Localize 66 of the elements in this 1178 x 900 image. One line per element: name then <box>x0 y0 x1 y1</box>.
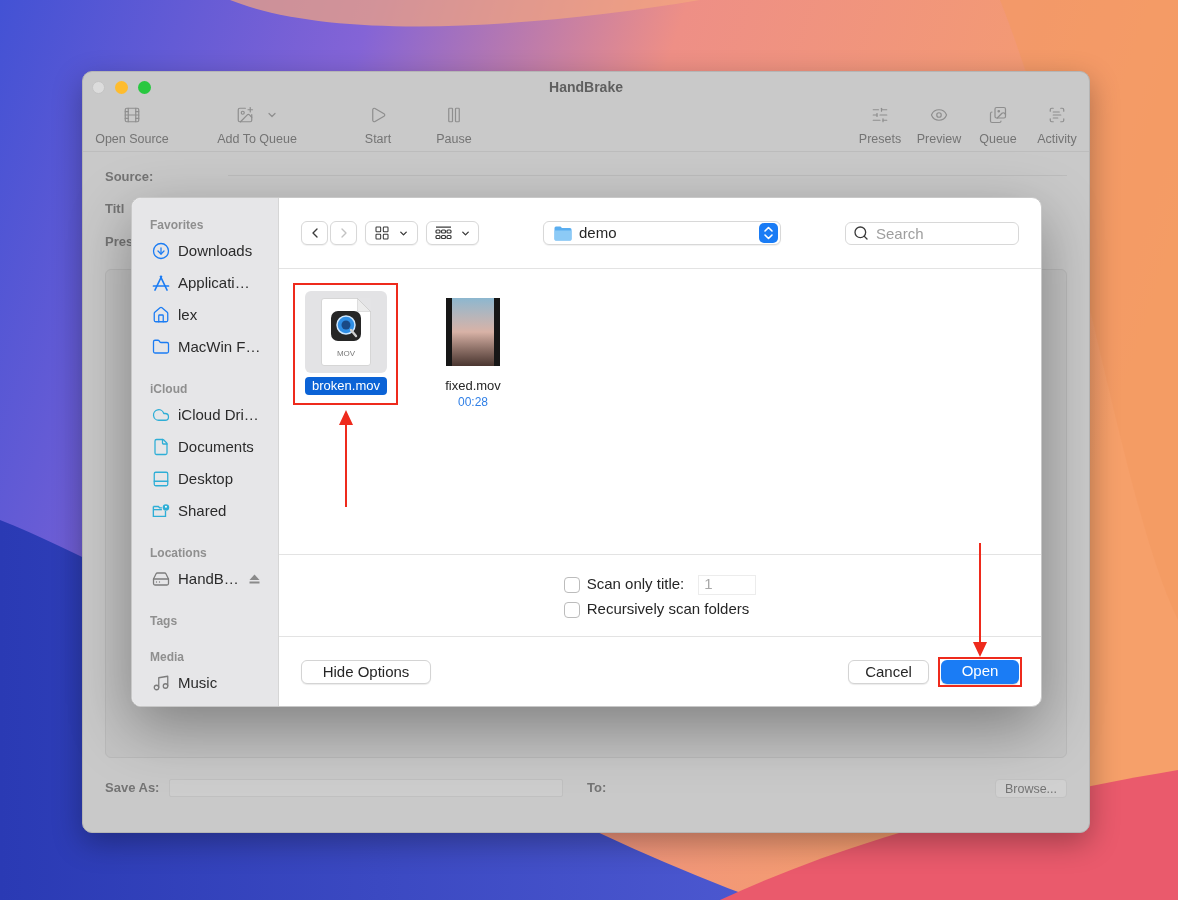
play-icon <box>369 106 387 124</box>
sliders-icon <box>871 106 889 124</box>
sidebar-item[interactable]: HandB… <box>132 563 278 595</box>
film-icon <box>123 106 141 124</box>
folder-icon <box>152 338 170 356</box>
selection-tile[interactable]: MOV <box>305 291 387 373</box>
field-label: Save As: <box>105 779 161 798</box>
option-label: Scan only title: <box>586 574 685 595</box>
search-field[interactable]: Search <box>845 221 1019 245</box>
grid-view-icon <box>374 225 390 241</box>
desktop-icon <box>152 470 170 488</box>
file-name[interactable]: fixed.mov <box>438 377 508 395</box>
document-icon <box>152 438 170 456</box>
house-icon <box>152 306 170 324</box>
section-heading: Media <box>149 649 185 666</box>
cancel-button[interactable]: Cancel <box>848 659 929 684</box>
location-popup[interactable]: demo <box>543 221 781 245</box>
minimize-button[interactable] <box>115 80 128 94</box>
music-note-icon <box>152 674 170 692</box>
scan-text-icon <box>1048 106 1066 124</box>
group-mode-button[interactable] <box>426 221 479 245</box>
pause-icon <box>445 106 463 124</box>
field-label: Titl <box>105 200 125 219</box>
folded-corner-icon <box>357 298 371 312</box>
eye-icon <box>930 106 948 124</box>
download-icon <box>152 242 170 260</box>
sidebar-item[interactable]: Music <box>132 667 278 699</box>
app-logo-icon <box>331 311 361 341</box>
sidebar-item[interactable]: lex <box>132 299 278 331</box>
video-thumbnail-placeholder <box>446 298 500 366</box>
photos-icon <box>989 106 1007 124</box>
back-button[interactable] <box>301 221 328 245</box>
field-label: To: <box>587 779 607 798</box>
sidebar-item[interactable]: Documents <box>132 431 278 463</box>
field-label: Source: <box>105 168 155 187</box>
zoom-button[interactable] <box>138 80 151 94</box>
apps-icon <box>152 274 170 292</box>
open-button[interactable]: Open <box>941 659 1019 684</box>
section-heading: Favorites <box>149 217 205 234</box>
file-type-label: MOV <box>336 349 356 359</box>
window-title: HandBrake <box>549 77 623 97</box>
sidebar-item[interactable]: Desktop <box>132 463 278 495</box>
shared-folder-icon <box>152 502 170 520</box>
sidebar-item[interactable]: iCloud Dri… <box>132 399 278 431</box>
file-name[interactable]: broken.mov <box>305 377 387 395</box>
eject-icon <box>248 574 260 584</box>
sidebar-item[interactable]: MacWin F… <box>132 331 278 363</box>
view-mode-button[interactable] <box>365 221 418 245</box>
checkbox[interactable] <box>563 576 580 593</box>
section-heading: Locations <box>149 545 208 562</box>
sidebar-item[interactable]: Applicati… <box>132 267 278 299</box>
section-heading: Tags <box>149 613 179 630</box>
stepper-icon <box>759 223 778 243</box>
checkbox[interactable] <box>563 601 580 618</box>
sidebar-item[interactable]: Downloads <box>132 235 278 267</box>
search-icon <box>853 225 869 241</box>
section-heading: iCloud <box>149 381 189 398</box>
image-plus-icon <box>236 106 254 124</box>
video-duration: 00:28 <box>458 395 488 410</box>
gallery-view-icon <box>434 226 452 240</box>
sidebar-item[interactable]: Shared <box>132 495 278 527</box>
folder-icon <box>554 225 572 241</box>
hide-options-button[interactable]: Hide Options <box>301 659 431 684</box>
option-label: Recursively scan folders <box>586 599 750 620</box>
hard-drive-icon <box>152 570 170 588</box>
cloud-icon <box>152 406 170 424</box>
